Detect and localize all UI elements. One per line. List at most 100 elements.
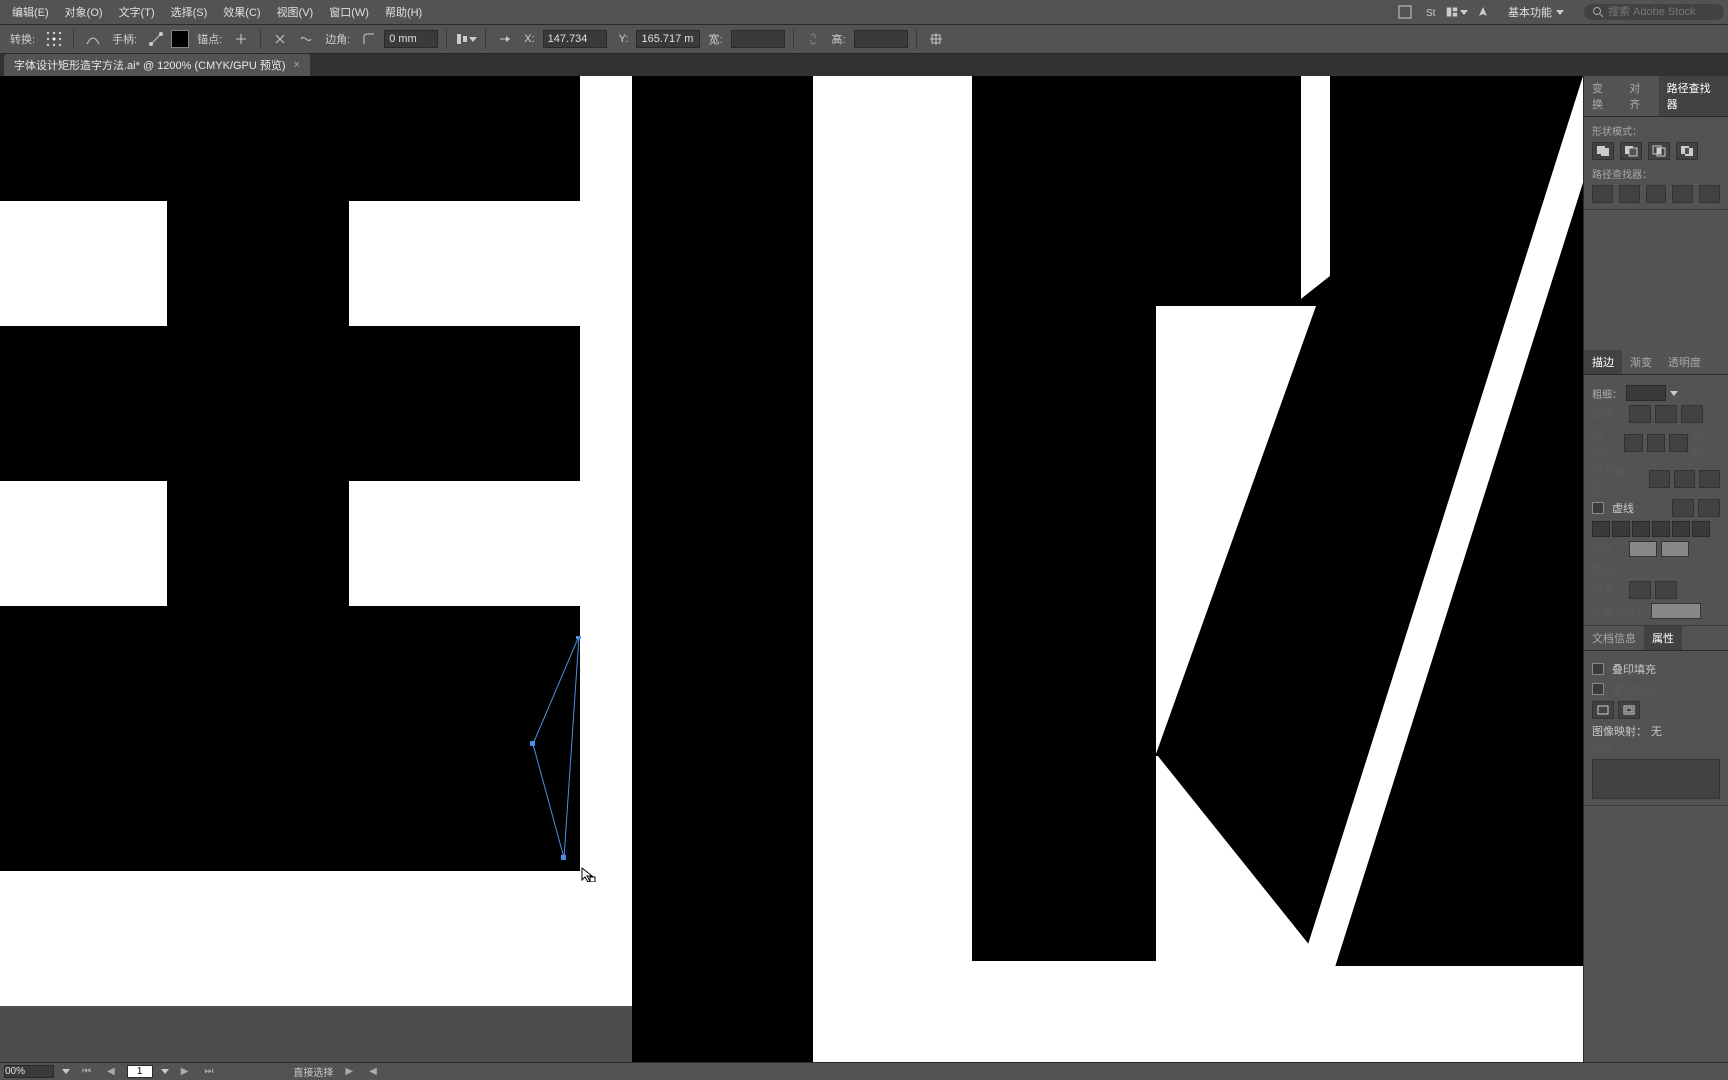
- gpu-icon[interactable]: [1394, 1, 1416, 23]
- stroke-corner-label: 边角：: [1592, 427, 1620, 459]
- h-label: 高:: [832, 31, 846, 47]
- zoom-input[interactable]: [4, 1065, 54, 1078]
- pf-exclude-icon[interactable]: [1676, 142, 1698, 160]
- anchor-label: 锚点:: [197, 31, 222, 47]
- last-artboard-icon[interactable]: ⏭: [200, 1066, 217, 1077]
- menu-object[interactable]: 对象(O): [57, 4, 111, 20]
- corner-bevel-icon: [1669, 434, 1688, 452]
- non-zero-icon[interactable]: [1618, 701, 1640, 719]
- tab-docinfo[interactable]: 文档信息: [1584, 626, 1644, 650]
- fill-swatch[interactable]: [171, 30, 189, 48]
- align-to-icon[interactable]: [455, 28, 477, 50]
- handle-label: 手柄:: [112, 31, 137, 47]
- tab-transform[interactable]: 变换: [1584, 76, 1621, 116]
- x-label: X:: [524, 33, 534, 45]
- status-menu-icon[interactable]: ▶: [341, 1066, 357, 1077]
- handle-icon[interactable]: [145, 28, 167, 50]
- next-artboard-icon[interactable]: ▶: [177, 1066, 193, 1077]
- search-input[interactable]: [1608, 6, 1708, 18]
- constrain-icon[interactable]: [925, 28, 947, 50]
- canvas[interactable]: [0, 76, 1583, 1062]
- isolate-icon[interactable]: [494, 28, 516, 50]
- tab-stroke[interactable]: 描边: [1584, 350, 1622, 374]
- transform-label: 转换:: [10, 31, 35, 47]
- corner-radius-input[interactable]: [384, 30, 438, 48]
- link-wh-icon[interactable]: [802, 28, 824, 50]
- menu-edit[interactable]: 编辑(E): [4, 4, 57, 20]
- close-tab-icon[interactable]: ×: [294, 59, 300, 71]
- pf-merge-icon[interactable]: [1646, 185, 1667, 203]
- arrow-align1-icon: [1629, 581, 1651, 599]
- overprint-fill-checkbox[interactable]: [1592, 663, 1604, 675]
- corner-type-icon[interactable]: [358, 28, 380, 50]
- arrange-docs-icon[interactable]: [1446, 1, 1468, 23]
- gap3-input: [1692, 521, 1710, 537]
- width-input: [731, 30, 785, 48]
- w-label: 宽:: [708, 31, 722, 47]
- status-scroll-left-icon[interactable]: ◀: [365, 1066, 381, 1077]
- overprint-stroke-label: 叠印描边: [1612, 681, 1656, 697]
- first-artboard-icon[interactable]: ⏮: [78, 1066, 95, 1077]
- pf-outline-icon[interactable]: [1699, 185, 1720, 203]
- menu-view[interactable]: 视图(V): [269, 4, 322, 20]
- y-label: Y:: [619, 33, 629, 45]
- x-input[interactable]: [543, 30, 607, 48]
- stroke-weight-input[interactable]: [1626, 385, 1666, 401]
- height-input: [854, 30, 908, 48]
- corner-round-icon: [1647, 434, 1666, 452]
- dashed-label: 虚线: [1612, 500, 1634, 516]
- pf-minus-icon[interactable]: [1620, 142, 1642, 160]
- ref-point-icon[interactable]: [43, 28, 65, 50]
- stroke-weight-label: 粗细：: [1592, 386, 1622, 401]
- menu-select[interactable]: 选择(S): [163, 4, 216, 20]
- even-odd-icon[interactable]: [1592, 701, 1614, 719]
- tab-attributes[interactable]: 属性: [1644, 626, 1682, 650]
- pf-unite-icon[interactable]: [1592, 142, 1614, 160]
- cut-path-icon[interactable]: [269, 28, 291, 50]
- workspace-select[interactable]: 基本功能: [1496, 2, 1576, 22]
- cap-round-icon: [1655, 405, 1677, 423]
- tab-gradient[interactable]: 渐变: [1622, 350, 1660, 374]
- document-tab-title: 字体设计矩形造字方法.ai* @ 1200% (CMYK/GPU 预览): [14, 57, 286, 73]
- arrow-start-icon: [1629, 541, 1657, 557]
- tab-align[interactable]: 对齐: [1621, 76, 1658, 116]
- tab-transparency[interactable]: 透明度: [1660, 350, 1709, 374]
- dash2-input: [1632, 521, 1650, 537]
- pf-trim-icon[interactable]: [1619, 185, 1640, 203]
- document-tab[interactable]: 字体设计矩形造字方法.ai* @ 1200% (CMYK/GPU 预览) ×: [4, 54, 310, 76]
- artboard-index-input[interactable]: [127, 1065, 153, 1078]
- image-map-label: 图像映射：: [1592, 723, 1647, 739]
- dashed-checkbox[interactable]: [1592, 502, 1604, 514]
- profile-select: [1651, 603, 1701, 619]
- arrow-align2-icon: [1655, 581, 1677, 599]
- menu-effect[interactable]: 效果(C): [215, 4, 268, 20]
- stock-icon[interactable]: St: [1420, 1, 1442, 23]
- join-path-icon[interactable]: [295, 28, 317, 50]
- arrow-scale-label: 缩放：: [1592, 561, 1625, 577]
- arrow-end-icon: [1661, 541, 1689, 557]
- convert-smooth-icon[interactable]: [82, 28, 104, 50]
- chevron-down-icon: [1556, 10, 1564, 15]
- stroke-cap-label: 端点：: [1592, 406, 1625, 422]
- dash-align2-icon: [1698, 499, 1720, 517]
- cap-butt-icon: [1629, 405, 1651, 423]
- dash1-input: [1592, 521, 1610, 537]
- cursor-icon: [580, 866, 596, 882]
- tab-pathfinder[interactable]: 路径查找器: [1659, 76, 1728, 116]
- pf-crop-icon[interactable]: [1672, 185, 1693, 203]
- pf-intersect-icon[interactable]: [1648, 142, 1670, 160]
- y-input[interactable]: [636, 30, 700, 48]
- add-anchor-icon[interactable]: [230, 28, 252, 50]
- limit-label: 限制：: [1692, 427, 1720, 459]
- menu-window[interactable]: 窗口(W): [321, 4, 377, 20]
- menu-type[interactable]: 文字(T): [111, 4, 163, 20]
- pf-divide-icon[interactable]: [1592, 185, 1613, 203]
- align-center-icon: [1649, 470, 1670, 488]
- prev-artboard-icon[interactable]: ◀: [103, 1066, 119, 1077]
- overprint-stroke-checkbox: [1592, 683, 1604, 695]
- menu-help[interactable]: 帮助(H): [377, 4, 430, 20]
- align-inside-icon: [1674, 470, 1695, 488]
- selected-path: [519, 636, 589, 876]
- gap1-input: [1612, 521, 1630, 537]
- rocket-icon[interactable]: [1472, 1, 1494, 23]
